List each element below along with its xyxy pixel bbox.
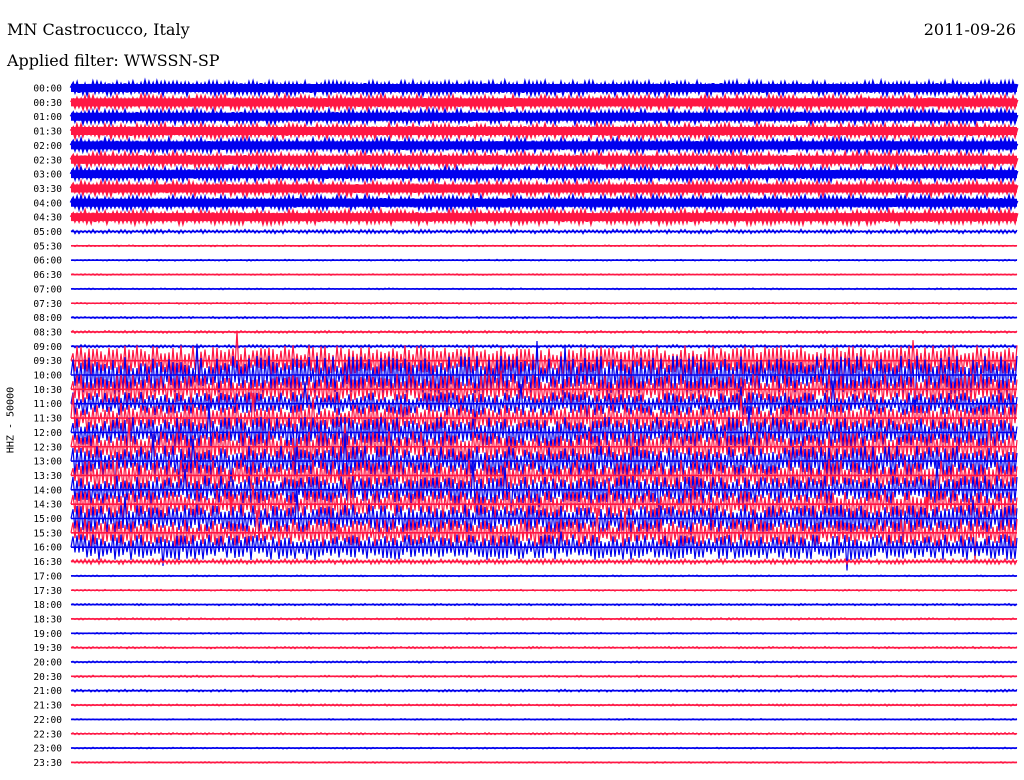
- row-label: 18:30: [33, 614, 62, 625]
- row-label: 19:00: [33, 629, 62, 640]
- row-label: 18:00: [33, 600, 62, 611]
- row-label: 23:30: [33, 758, 62, 769]
- row-label: 04:00: [33, 198, 62, 209]
- row-label: 21:00: [33, 686, 62, 697]
- row-label: 05:30: [33, 241, 62, 252]
- row-label: 17:30: [33, 586, 62, 597]
- row-label: 06:00: [33, 256, 62, 267]
- row-label: 20:30: [33, 672, 62, 683]
- row-label: 20:00: [33, 658, 62, 669]
- row-label: 09:30: [33, 356, 62, 367]
- row-label: 16:30: [33, 557, 62, 568]
- row-label: 04:30: [33, 213, 62, 224]
- row-label: 07:30: [33, 299, 62, 310]
- row-label: 14:30: [33, 500, 62, 511]
- row-label: 21:30: [33, 701, 62, 712]
- row-label: 08:00: [33, 313, 62, 324]
- row-label: 03:00: [33, 170, 62, 181]
- row-label: 22:00: [33, 715, 62, 726]
- row-label: 13:30: [33, 471, 62, 482]
- row-label: 00:00: [33, 84, 62, 95]
- row-label: 16:00: [33, 543, 62, 554]
- row-label: 00:30: [33, 98, 62, 109]
- row-label: 13:00: [33, 457, 62, 468]
- row-label: 15:30: [33, 528, 62, 539]
- helicorder-plot: 00:00 00:30 01:00 01:30 02:00 02:30 03:00 03:30…: [33, 77, 1019, 769]
- row-label: 01:30: [33, 127, 62, 138]
- row-label: 17:00: [33, 571, 62, 582]
- row-label: 12:00: [33, 428, 62, 439]
- row-label: 06:30: [33, 270, 62, 281]
- row-label: 22:30: [33, 729, 62, 740]
- row-label: 03:30: [33, 184, 62, 195]
- row-label: 08:30: [33, 327, 62, 338]
- row-label: 10:00: [33, 371, 62, 382]
- row-label: 11:00: [33, 399, 62, 410]
- row-label: 14:00: [33, 485, 62, 496]
- row-label: 12:30: [33, 442, 62, 453]
- row-label: 02:00: [33, 141, 62, 152]
- row-label: 11:30: [33, 414, 62, 425]
- row-label: 01:00: [33, 112, 62, 123]
- row-label: 05:00: [33, 227, 62, 238]
- row-label: 19:30: [33, 643, 62, 654]
- row-label: 15:00: [33, 514, 62, 525]
- row-label: 09:00: [33, 342, 62, 353]
- row-label: 07:00: [33, 284, 62, 295]
- row-label: 23:00: [33, 744, 62, 755]
- row-label: 02:30: [33, 155, 62, 166]
- row-label: 10:30: [33, 385, 62, 396]
